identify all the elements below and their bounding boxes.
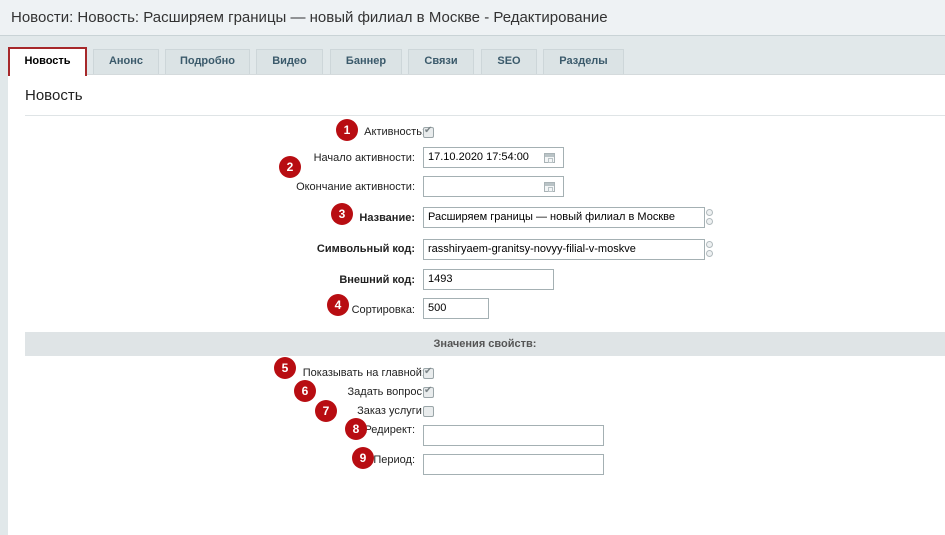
- active-from-label: Начало активности:: [313, 152, 415, 164]
- tab-video[interactable]: Видео: [256, 49, 323, 74]
- active-to-label: Окончание активности:: [296, 181, 415, 193]
- ask-question-label: Задать вопрос:: [347, 386, 425, 398]
- calendar-icon[interactable]: [544, 182, 555, 192]
- ask-question-checkbox[interactable]: ✔: [423, 385, 434, 398]
- edit-panel: Новость Активность: ✔ Начало активности:…: [8, 74, 945, 535]
- calendar-icon[interactable]: [544, 153, 555, 163]
- name-label: Название:: [359, 212, 415, 224]
- window-title: Новости: Новость: Расширяем границы — но…: [11, 9, 608, 26]
- check-icon: ✔: [424, 366, 433, 377]
- active-to-input[interactable]: [423, 176, 564, 197]
- period-label: Период:: [373, 454, 415, 466]
- code-input[interactable]: rasshiryaem-granitsy-novyy-filial-v-mosk…: [423, 239, 705, 260]
- check-icon: ✔: [424, 125, 433, 136]
- order-service-checkbox[interactable]: [423, 406, 434, 417]
- period-input[interactable]: [423, 454, 604, 475]
- properties-header: Значения свойств:: [25, 332, 945, 356]
- active-label: Активность:: [364, 126, 425, 138]
- annotation-badge: 8: [345, 418, 367, 440]
- tab-links[interactable]: Связи: [408, 49, 474, 74]
- panel-title: Новость: [25, 87, 83, 104]
- active-from-input[interactable]: 17.10.2020 17:54:00: [423, 147, 564, 168]
- annotation-badge: 3: [331, 203, 353, 225]
- tab-seo[interactable]: SEO: [481, 49, 537, 74]
- code-label: Символьный код:: [316, 243, 415, 255]
- tab-announce[interactable]: Анонс: [93, 49, 159, 74]
- annotation-badge: 9: [352, 447, 374, 469]
- check-icon: ✔: [424, 385, 433, 396]
- window-titlebar: Новости: Новость: Расширяем границы — но…: [0, 0, 945, 36]
- sort-label: Сортировка:: [351, 304, 415, 316]
- tab-banner[interactable]: Баннер: [330, 49, 402, 74]
- annotation-badge: 1: [336, 119, 358, 141]
- redirect-label: Редирект:: [364, 424, 415, 436]
- active-checkbox[interactable]: ✔: [423, 125, 434, 138]
- annotation-badge: 2: [279, 156, 301, 178]
- name-input[interactable]: Расширяем границы — новый филиал в Москв…: [423, 207, 705, 228]
- show-main-checkbox[interactable]: ✔: [423, 366, 434, 379]
- redirect-input[interactable]: [423, 425, 604, 446]
- annotation-badge: 6: [294, 380, 316, 402]
- order-service-label: Заказ услуги:: [357, 405, 425, 417]
- show-main-label: Показывать на главной:: [302, 367, 425, 379]
- tab-sections[interactable]: Разделы: [543, 49, 624, 74]
- translit-icon[interactable]: [706, 209, 713, 225]
- tab-details[interactable]: Подробно: [165, 49, 250, 74]
- external-code-label: Внешний код:: [339, 274, 415, 286]
- annotation-badge: 4: [327, 294, 349, 316]
- tab-news[interactable]: Новость: [8, 47, 87, 76]
- divider: [25, 115, 945, 116]
- sort-input[interactable]: 500: [423, 298, 489, 319]
- external-code-input[interactable]: 1493: [423, 269, 554, 290]
- annotation-badge: 7: [315, 400, 337, 422]
- annotation-badge: 5: [274, 357, 296, 379]
- translit-icon[interactable]: [706, 241, 713, 257]
